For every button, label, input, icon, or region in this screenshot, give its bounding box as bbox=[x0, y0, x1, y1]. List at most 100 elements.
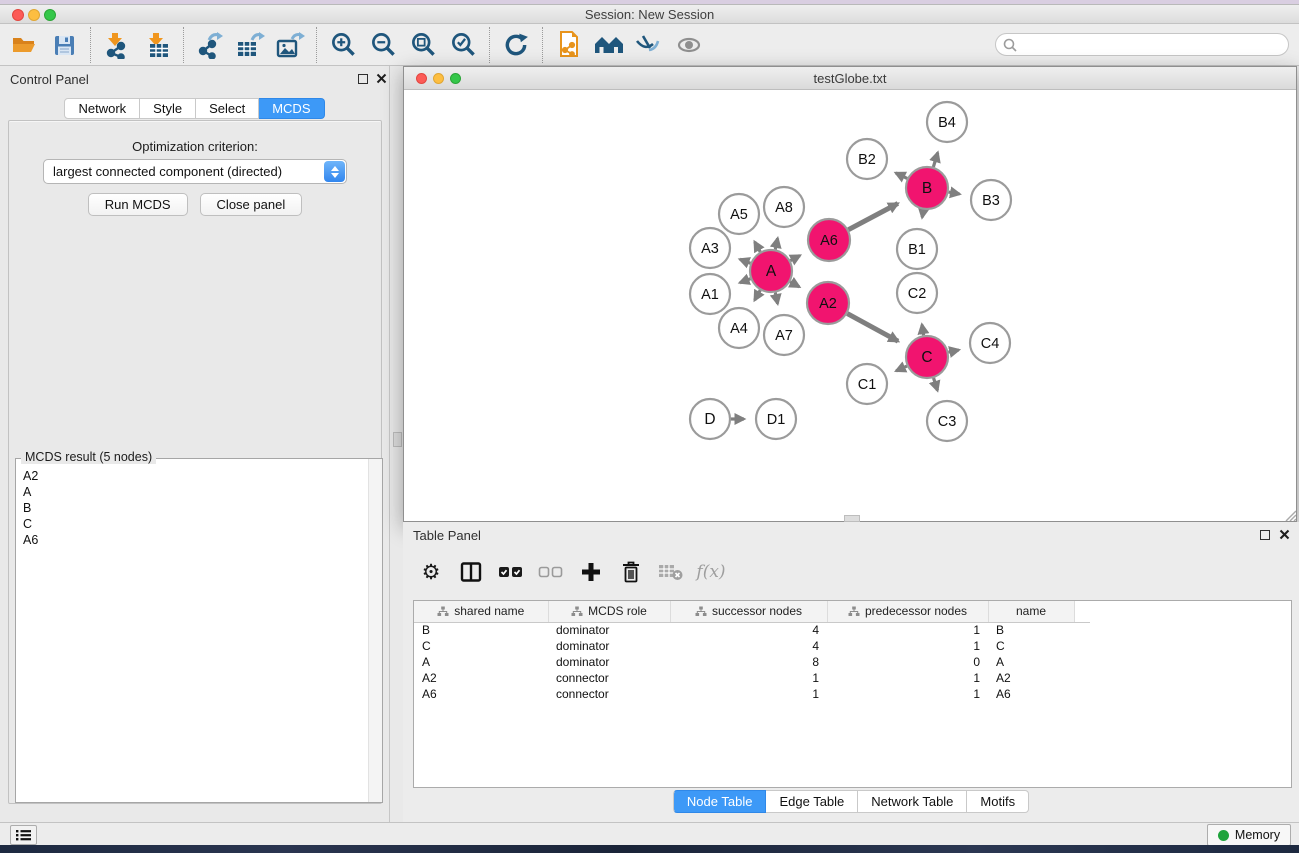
graph-edge-C-C4[interactable] bbox=[948, 350, 958, 352]
graph-edge-A-A8[interactable] bbox=[775, 238, 777, 249]
table-cell[interactable]: B bbox=[988, 622, 1074, 638]
tab-motifs[interactable]: Motifs bbox=[967, 790, 1029, 813]
import-network-button[interactable] bbox=[97, 26, 137, 64]
graph-edge-A6-B[interactable] bbox=[848, 203, 897, 229]
graph-edge-A-A4[interactable] bbox=[755, 290, 761, 300]
table-cell[interactable]: A6 bbox=[988, 686, 1074, 702]
export-image-button[interactable] bbox=[270, 26, 310, 64]
tab-edge-table[interactable]: Edge Table bbox=[766, 790, 858, 813]
tab-mcds[interactable]: MCDS bbox=[259, 98, 324, 119]
graph-edge-A-A1[interactable] bbox=[740, 279, 750, 283]
table-cell[interactable]: A2 bbox=[414, 670, 548, 686]
task-history-button[interactable] bbox=[10, 825, 37, 845]
close-panel-button[interactable]: Close panel bbox=[200, 193, 303, 216]
table-row[interactable]: A6connector11A6 bbox=[414, 686, 1090, 702]
column-header-name[interactable]: name bbox=[988, 601, 1074, 622]
duplicate-network-button[interactable] bbox=[549, 26, 589, 64]
tab-node-table[interactable]: Node Table bbox=[673, 790, 767, 813]
graph-edge-B-B3[interactable] bbox=[949, 192, 960, 194]
zoom-fit-button[interactable] bbox=[403, 26, 443, 64]
table-cell[interactable]: C bbox=[988, 638, 1074, 654]
result-list-item[interactable]: C bbox=[23, 516, 367, 532]
network-canvas[interactable]: AA1A2A3A4A5A6A7A8BB1B2B3B4CC1C2C3C4DD1 bbox=[404, 90, 1296, 521]
graph-edge-C-C2[interactable] bbox=[922, 325, 924, 336]
table-cell[interactable]: connector bbox=[548, 686, 670, 702]
graph-edge-B-B1[interactable] bbox=[922, 210, 923, 218]
graph-edge-A-A5[interactable] bbox=[755, 242, 761, 252]
graph-edge-B-B2[interactable] bbox=[896, 173, 907, 179]
graph-edge-A-A7[interactable] bbox=[775, 293, 777, 304]
export-network-button[interactable] bbox=[190, 26, 230, 64]
open-session-button[interactable] bbox=[4, 26, 44, 64]
resize-grip-icon[interactable] bbox=[1282, 507, 1296, 521]
network-window-titlebar[interactable]: testGlobe.txt bbox=[404, 67, 1296, 90]
table-row[interactable]: Bdominator41B bbox=[414, 622, 1090, 638]
table-cell[interactable]: connector bbox=[548, 670, 670, 686]
table-cell[interactable]: 1 bbox=[670, 686, 827, 702]
column-header-successor-nodes[interactable]: successor nodes bbox=[670, 601, 827, 622]
graph-edge-C-C1[interactable] bbox=[896, 366, 907, 371]
graph-edge-C-C3[interactable] bbox=[934, 378, 938, 390]
apply-layout-button[interactable] bbox=[496, 26, 536, 64]
table-cell[interactable]: 1 bbox=[827, 686, 988, 702]
show-details-button[interactable] bbox=[669, 26, 709, 64]
first-neighbors-button[interactable] bbox=[589, 26, 629, 64]
graph-edge-A-A3[interactable] bbox=[740, 259, 750, 263]
table-cell[interactable]: 0 bbox=[827, 654, 988, 670]
table-cell[interactable]: A2 bbox=[988, 670, 1074, 686]
save-session-button[interactable] bbox=[44, 26, 84, 64]
select-all-button[interactable] bbox=[493, 554, 529, 590]
table-cell[interactable]: 4 bbox=[670, 622, 827, 638]
zoom-out-button[interactable] bbox=[363, 26, 403, 64]
add-column-button[interactable] bbox=[573, 554, 609, 590]
function-builder-button[interactable]: f(x) bbox=[693, 554, 729, 590]
zoom-in-button[interactable] bbox=[323, 26, 363, 64]
tab-style[interactable]: Style bbox=[140, 98, 196, 119]
show-columns-button[interactable] bbox=[453, 554, 489, 590]
search-field[interactable] bbox=[995, 33, 1289, 56]
horizontal-splitter-grip[interactable] bbox=[844, 515, 860, 522]
column-header-predecessor-nodes[interactable]: predecessor nodes bbox=[827, 601, 988, 622]
memory-button[interactable]: Memory bbox=[1207, 824, 1291, 846]
run-mcds-button[interactable]: Run MCDS bbox=[88, 193, 188, 216]
table-settings-button[interactable]: ⚙ bbox=[413, 554, 449, 590]
hide-details-button[interactable] bbox=[629, 26, 669, 64]
delete-table-button[interactable] bbox=[653, 554, 689, 590]
table-cell[interactable]: C bbox=[414, 638, 548, 654]
table-cell[interactable]: 8 bbox=[670, 654, 827, 670]
table-cell[interactable]: dominator bbox=[548, 654, 670, 670]
table-cell[interactable]: 1 bbox=[827, 622, 988, 638]
deselect-all-button[interactable] bbox=[533, 554, 569, 590]
table-cell[interactable]: 4 bbox=[670, 638, 827, 654]
column-header-MCDS-role[interactable]: MCDS role bbox=[548, 601, 670, 622]
criterion-dropdown[interactable]: largest connected component (directed) bbox=[43, 159, 347, 184]
result-list-item[interactable]: B bbox=[23, 500, 367, 516]
column-header-shared-name[interactable]: shared name bbox=[414, 601, 548, 622]
table-cell[interactable]: A6 bbox=[414, 686, 548, 702]
tab-network[interactable]: Network bbox=[64, 98, 140, 119]
result-list-item[interactable]: A bbox=[23, 484, 367, 500]
export-table-button[interactable] bbox=[230, 26, 270, 64]
table-cell[interactable]: dominator bbox=[548, 622, 670, 638]
table-row[interactable]: Adominator80A bbox=[414, 654, 1090, 670]
table-cell[interactable]: 1 bbox=[670, 670, 827, 686]
vertical-splitter-grip[interactable] bbox=[393, 432, 402, 447]
delete-column-button[interactable] bbox=[613, 554, 649, 590]
result-list-item[interactable]: A2 bbox=[23, 468, 367, 484]
table-row[interactable]: Cdominator41C bbox=[414, 638, 1090, 654]
table-cell[interactable]: A bbox=[988, 654, 1074, 670]
result-list-scrollbar[interactable] bbox=[368, 459, 382, 802]
graph-edge-A-A6[interactable] bbox=[790, 256, 799, 261]
table-cell[interactable]: dominator bbox=[548, 638, 670, 654]
result-list-item[interactable]: A6 bbox=[23, 532, 367, 548]
zoom-selected-button[interactable] bbox=[443, 26, 483, 64]
import-table-button[interactable] bbox=[137, 26, 177, 64]
graph-edge-B-B4[interactable] bbox=[933, 153, 937, 167]
table-cell[interactable]: 1 bbox=[827, 638, 988, 654]
table-cell[interactable]: 1 bbox=[827, 670, 988, 686]
table-cell[interactable]: B bbox=[414, 622, 548, 638]
graph-edge-A-A2[interactable] bbox=[790, 282, 799, 287]
float-panel-icon[interactable] bbox=[358, 74, 368, 84]
table-row[interactable]: A2connector11A2 bbox=[414, 670, 1090, 686]
graph-edge-A2-C[interactable] bbox=[847, 314, 898, 342]
